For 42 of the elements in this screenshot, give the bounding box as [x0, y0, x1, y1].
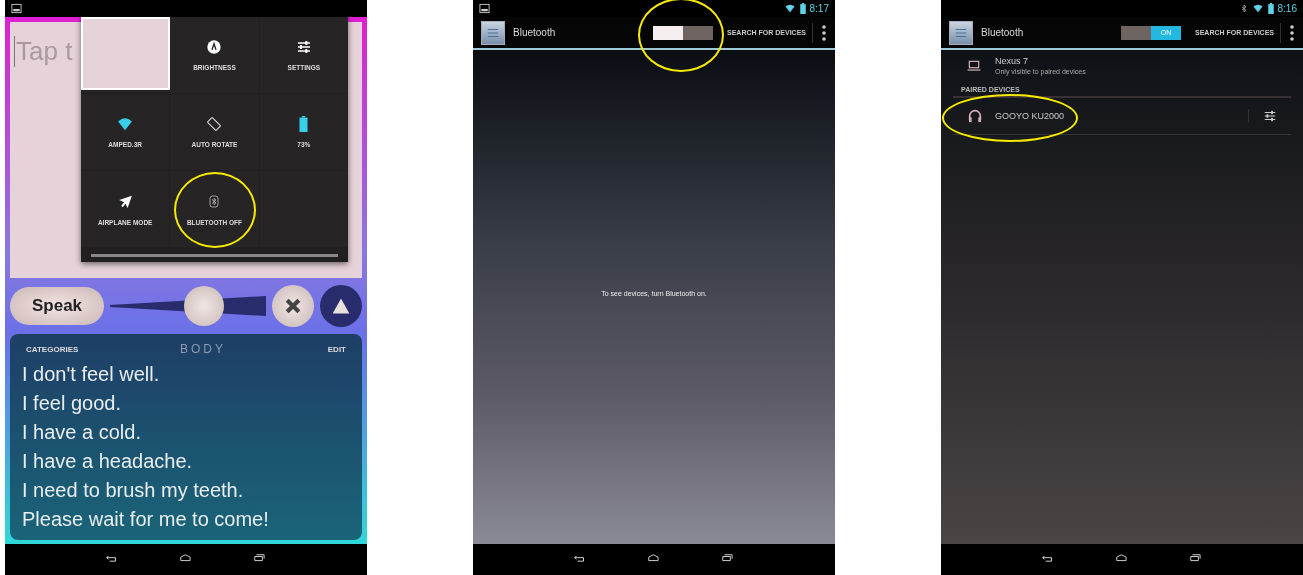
image-notification-icon	[11, 3, 22, 14]
overflow-menu-icon[interactable]	[821, 24, 827, 41]
wifi-icon	[783, 3, 796, 14]
settings-app-icon[interactable]	[481, 20, 505, 45]
overflow-menu-icon[interactable]	[1289, 24, 1295, 41]
up-button[interactable]	[320, 285, 362, 327]
phrase-item[interactable]: I have a cold.	[22, 418, 350, 447]
battery-icon	[799, 3, 806, 14]
volume-slider[interactable]	[110, 286, 266, 326]
phrase-item[interactable]: I need to brush my teeth.	[22, 476, 350, 505]
speak-button[interactable]: Speak	[10, 287, 104, 325]
battery-icon	[299, 116, 309, 132]
phrase-item[interactable]: I feel good.	[22, 389, 350, 418]
laptop-icon	[965, 58, 983, 73]
text-placeholder: Tap t	[14, 36, 73, 67]
paired-device-row[interactable]: GOOYO KU2000	[953, 98, 1291, 135]
bluetooth-icon	[1239, 3, 1248, 14]
image-notification-icon	[479, 3, 490, 14]
screen-title: Bluetooth	[513, 27, 556, 38]
device-name: Nexus 7	[995, 56, 1030, 66]
bluetooth-toggle[interactable]	[653, 25, 714, 40]
wifi-icon	[1251, 3, 1264, 14]
brightness-icon	[206, 39, 223, 55]
edit-button[interactable]: EDIT	[323, 344, 350, 354]
slider-thumb[interactable]	[183, 286, 224, 326]
rotate-icon	[206, 116, 223, 132]
headphones-icon	[967, 108, 983, 124]
battery-icon	[1267, 3, 1274, 14]
phrase-item[interactable]: Please wait for me to come!	[22, 505, 350, 534]
categories-button[interactable]: CATEGORIES	[22, 344, 83, 354]
settings-app-icon[interactable]	[949, 20, 973, 45]
clear-button[interactable]	[272, 285, 314, 327]
category-title: BODY	[180, 342, 227, 356]
close-icon	[283, 296, 303, 316]
wifi-icon	[116, 116, 135, 132]
clock-time: 8:16	[1277, 3, 1297, 14]
triangle-icon	[330, 296, 352, 316]
screen-title: Bluetooth	[981, 27, 1024, 38]
phrase-item[interactable]: I don't feel well.	[22, 360, 350, 389]
phrase-item[interactable]: I have a headache.	[22, 447, 350, 476]
clock-time: 8:17	[809, 3, 829, 14]
bluetooth-icon	[208, 192, 221, 210]
